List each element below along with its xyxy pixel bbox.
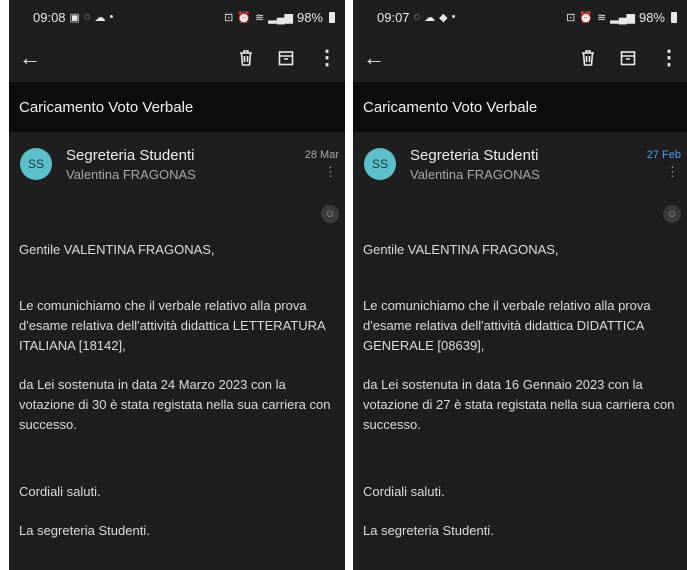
email-closing: Cordiali saluti. [363, 484, 445, 499]
cloud-icon: ☁ [94, 11, 106, 24]
status-bar: 09:08 ▣ ◌ ☁ • ⊡ ⏰ ≋ ▂▄▆ 98% [9, 0, 345, 34]
whatsapp-icon: ◌ [413, 11, 421, 23]
dot-icon: • [109, 11, 114, 23]
email-paragraph-2: da Lei sostenuta in data 16 Gennaio 2023… [363, 377, 675, 432]
email-signature: La segreteria Studenti. [363, 523, 494, 538]
message-more-icon[interactable]: ⋮ [666, 165, 679, 178]
email-screen-right: 09:07 ◌ ☁ ◆ • ⊡ ⏰ ≋ ▂▄▆ 98% ← ⋮ Caricame… [353, 0, 687, 570]
battery-icon [671, 11, 677, 23]
email-paragraph-1: Le comunichiamo che il verbale relativo … [363, 298, 651, 353]
archive-icon[interactable] [619, 49, 637, 67]
email-closing: Cordiali saluti. [19, 484, 101, 499]
alarm-icon: ⏰ [579, 11, 594, 24]
email-date: 27 Feb [646, 149, 681, 161]
status-time: 09:08 [33, 9, 66, 25]
battery-percent: 98% [638, 9, 665, 25]
lock-icon: ⊡ [224, 11, 234, 24]
signal-icon: ▂▄▆ [610, 11, 635, 24]
email-greeting: Gentile VALENTINA FRAGONAS, [363, 242, 559, 257]
trash-icon[interactable] [579, 49, 597, 67]
signal-icon: ▂▄▆ [268, 11, 293, 24]
status-time: 09:07 [377, 9, 410, 25]
battery-icon [329, 11, 335, 23]
dot-icon: • [451, 11, 456, 23]
status-bar: 09:07 ◌ ☁ ◆ • ⊡ ⏰ ≋ ▂▄▆ 98% [353, 0, 687, 34]
arrow-left-icon[interactable]: ← [363, 45, 385, 71]
email-paragraph-1: Le comunichiamo che il verbale relativo … [19, 298, 326, 353]
email-header: SS Segreteria Studenti Valentina FRAGONA… [353, 132, 687, 192]
emoji-icon[interactable]: ☺ [663, 205, 681, 223]
recipient-name[interactable]: Valentina FRAGONAS [66, 167, 196, 182]
lock-icon: ⊡ [566, 11, 576, 24]
trash-icon[interactable] [237, 49, 255, 67]
emoji-icon[interactable]: ☺ [321, 205, 339, 223]
email-signature: La segreteria Studenti. [19, 523, 150, 538]
email-subject: Caricamento Voto Verbale [9, 82, 345, 132]
arrow-left-icon[interactable]: ← [19, 45, 41, 71]
sender-name[interactable]: Segreteria Studenti [410, 147, 538, 164]
message-more-icon[interactable]: ⋮ [324, 165, 337, 178]
gallery-notification-icon: ▣ [69, 11, 80, 24]
email-subject: Caricamento Voto Verbale [353, 82, 687, 132]
whatsapp-icon: ◌ [83, 11, 91, 23]
wifi-icon: ≋ [597, 11, 607, 24]
sender-name[interactable]: Segreteria Studenti [66, 147, 194, 164]
avatar[interactable]: SS [364, 148, 396, 180]
email-header: SS Segreteria Studenti Valentina FRAGONA… [9, 132, 345, 192]
email-date: 28 Mar [304, 149, 339, 161]
email-paragraph-2: da Lei sostenuta in data 24 Marzo 2023 c… [19, 377, 331, 432]
recipient-name[interactable]: Valentina FRAGONAS [410, 167, 540, 182]
email-screen-left: 09:08 ▣ ◌ ☁ • ⊡ ⏰ ≋ ▂▄▆ 98% ← ⋮ Caricame… [9, 0, 345, 570]
more-vertical-icon[interactable]: ⋮ [659, 48, 679, 68]
cloud-icon: ☁ [424, 11, 436, 24]
battery-percent: 98% [296, 9, 323, 25]
game-icon: ◆ [439, 11, 448, 24]
archive-icon[interactable] [277, 49, 295, 67]
toolbar: ← ⋮ [9, 34, 345, 82]
alarm-icon: ⏰ [237, 11, 252, 24]
more-vertical-icon[interactable]: ⋮ [317, 48, 337, 68]
avatar[interactable]: SS [20, 148, 52, 180]
wifi-icon: ≋ [255, 11, 265, 24]
email-greeting: Gentile VALENTINA FRAGONAS, [19, 242, 215, 257]
toolbar: ← ⋮ [353, 34, 687, 82]
